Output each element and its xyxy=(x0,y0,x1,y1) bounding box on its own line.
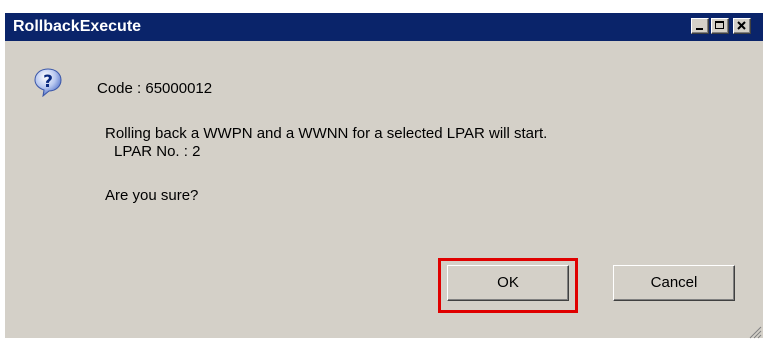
title-bar[interactable]: RollbackExecute xyxy=(5,13,763,41)
ok-button[interactable]: OK xyxy=(447,265,569,301)
message-line-1: Rolling back a WWPN and a WWNN for a sel… xyxy=(105,125,548,142)
maximize-icon xyxy=(715,21,724,29)
cancel-button[interactable]: Cancel xyxy=(613,265,735,301)
maximize-button[interactable] xyxy=(711,18,729,34)
rollback-execute-dialog: RollbackExecute ? Code : 65000012 Rollin… xyxy=(4,12,763,339)
message-line-3: Are you sure? xyxy=(105,187,199,204)
window-title: RollbackExecute xyxy=(13,18,142,35)
message-code: Code : 65000012 xyxy=(97,80,213,97)
message-line-2: LPAR No. : 2 xyxy=(114,143,201,160)
close-button[interactable] xyxy=(733,18,751,34)
minimize-button[interactable] xyxy=(691,18,709,34)
resize-grip-icon[interactable] xyxy=(746,323,762,339)
svg-text:?: ? xyxy=(43,72,53,92)
minimize-icon xyxy=(696,28,703,30)
question-icon: ? xyxy=(34,68,62,97)
close-icon xyxy=(737,21,746,30)
